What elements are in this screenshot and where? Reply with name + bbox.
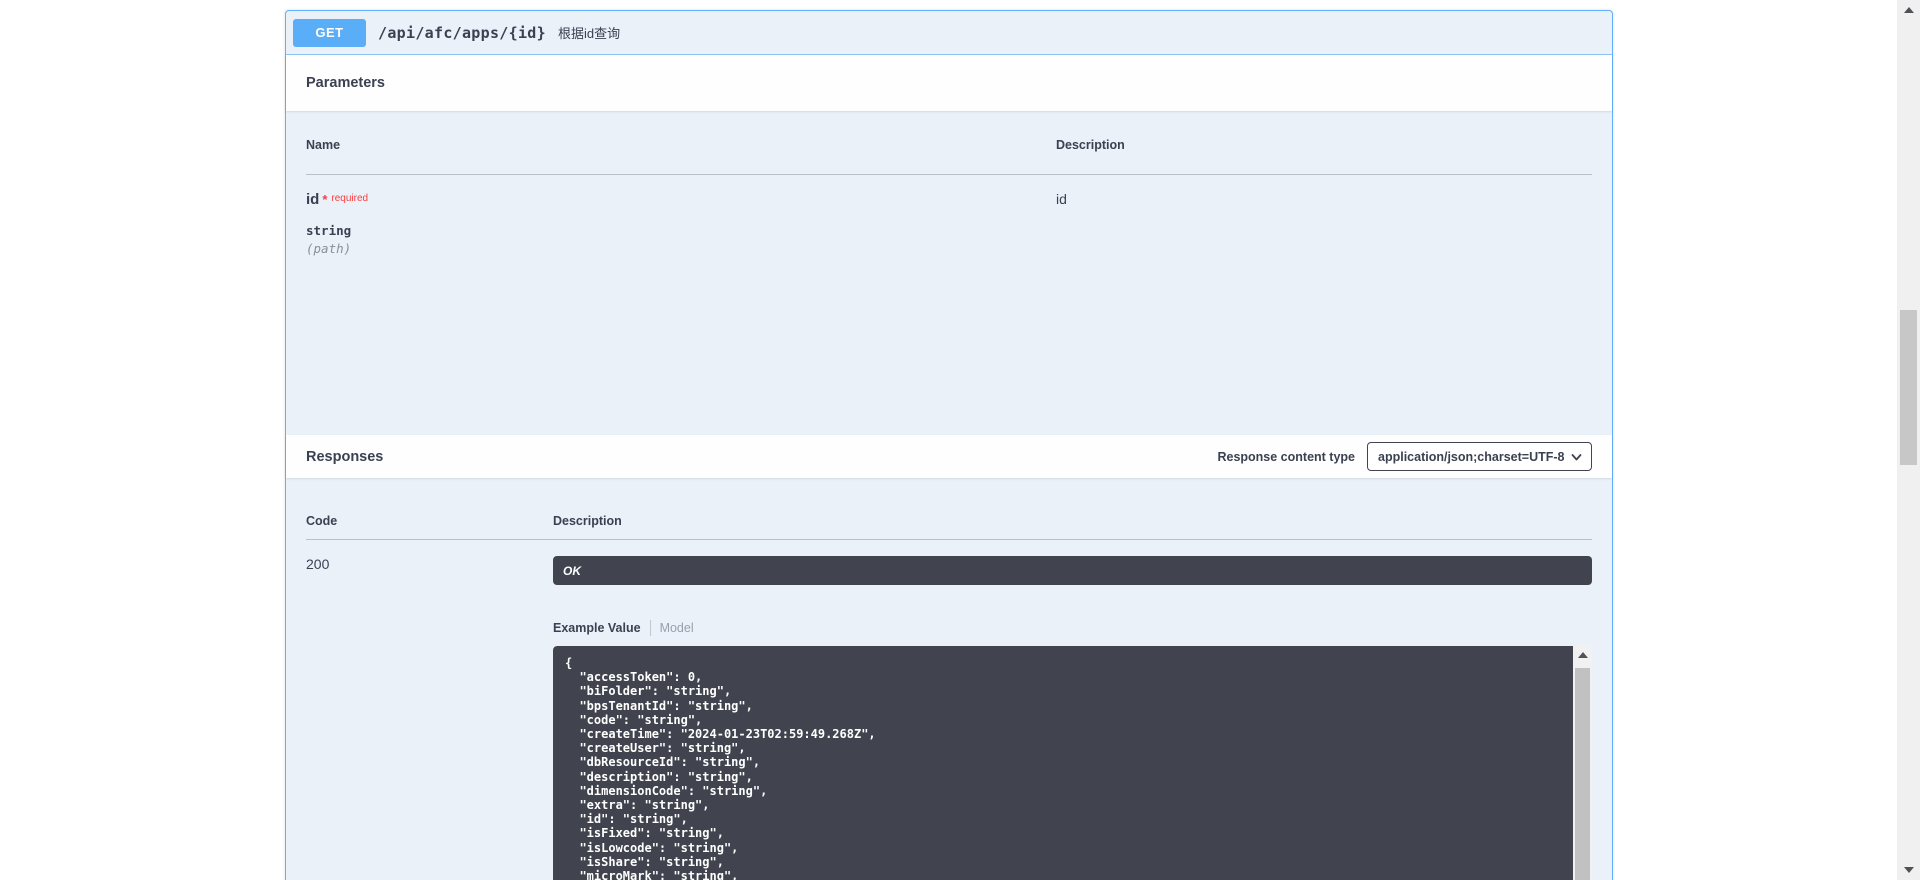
response-code-column-header: Code	[306, 514, 553, 528]
example-json: { "accessToken": 0, "biFolder": "string"…	[553, 646, 1573, 880]
tab-model[interactable]: Model	[660, 621, 694, 635]
parameter-name: id*required	[306, 191, 1056, 209]
example-model-tabs: Example Value Model	[553, 620, 1592, 635]
required-label: required	[331, 193, 368, 204]
codeblock-scrollbar[interactable]	[1573, 646, 1592, 880]
response-description-bar: OK	[553, 556, 1592, 585]
response-content-type-value: application/json;charset=UTF-8	[1378, 450, 1565, 464]
endpoint-path[interactable]: /api/afc/apps/{id}	[378, 24, 546, 42]
opblock-get: GET /api/afc/apps/{id} 根据id查询 Parameters…	[285, 10, 1613, 880]
required-asterisk: *	[322, 192, 327, 207]
response-content-type-label: Response content type	[1217, 450, 1355, 464]
codeblock-scrollbar-thumb[interactable]	[1575, 668, 1590, 880]
page-scroll-up-icon[interactable]	[1904, 7, 1914, 13]
parameters-table: Name Description id * required string (pat…	[286, 111, 1612, 256]
param-name-column-header: Name	[306, 138, 1056, 152]
chevron-down-icon	[1570, 451, 1583, 464]
endpoint-summary: 根据id查询	[558, 23, 620, 42]
parameter-row: id*required string (path) id	[306, 175, 1592, 256]
page-scrollbar-thumb[interactable]	[1900, 310, 1917, 465]
scroll-up-icon[interactable]	[1578, 652, 1588, 658]
response-row: 200 OK Example Value Model { "accessToke…	[306, 540, 1592, 880]
page-scroll-down-icon[interactable]	[1904, 867, 1914, 873]
responses-section-header: Responses Response content type applicat…	[286, 435, 1612, 478]
response-content-type-control: Response content type application/json;c…	[1217, 442, 1592, 471]
responses-table: Code Description 200 OK Example Value Mo…	[286, 478, 1612, 880]
http-method-badge[interactable]: GET	[293, 19, 366, 47]
response-status-code: 200	[306, 556, 553, 880]
response-description-column-header: Description	[553, 514, 1592, 528]
parameters-section-header: Parameters	[286, 55, 1612, 111]
responses-table-header: Code Description	[306, 478, 1592, 540]
page-scrollbar[interactable]	[1897, 0, 1920, 880]
tab-divider	[650, 620, 651, 636]
example-value-codeblock: { "accessToken": 0, "biFolder": "string"…	[553, 646, 1592, 880]
response-description-text: OK	[563, 564, 581, 578]
parameter-location: (path)	[306, 241, 1056, 256]
parameter-type: string	[306, 223, 1056, 238]
parameter-description: id	[1056, 191, 1592, 256]
response-content-type-select[interactable]: application/json;charset=UTF-8	[1367, 442, 1592, 471]
param-description-column-header: Description	[1056, 138, 1592, 152]
endpoint-header[interactable]: GET /api/afc/apps/{id} 根据id查询	[286, 11, 1612, 55]
parameters-title: Parameters	[306, 75, 385, 91]
parameters-table-header: Name Description	[306, 111, 1592, 175]
responses-title: Responses	[306, 449, 383, 465]
tab-example-value[interactable]: Example Value	[553, 621, 641, 635]
